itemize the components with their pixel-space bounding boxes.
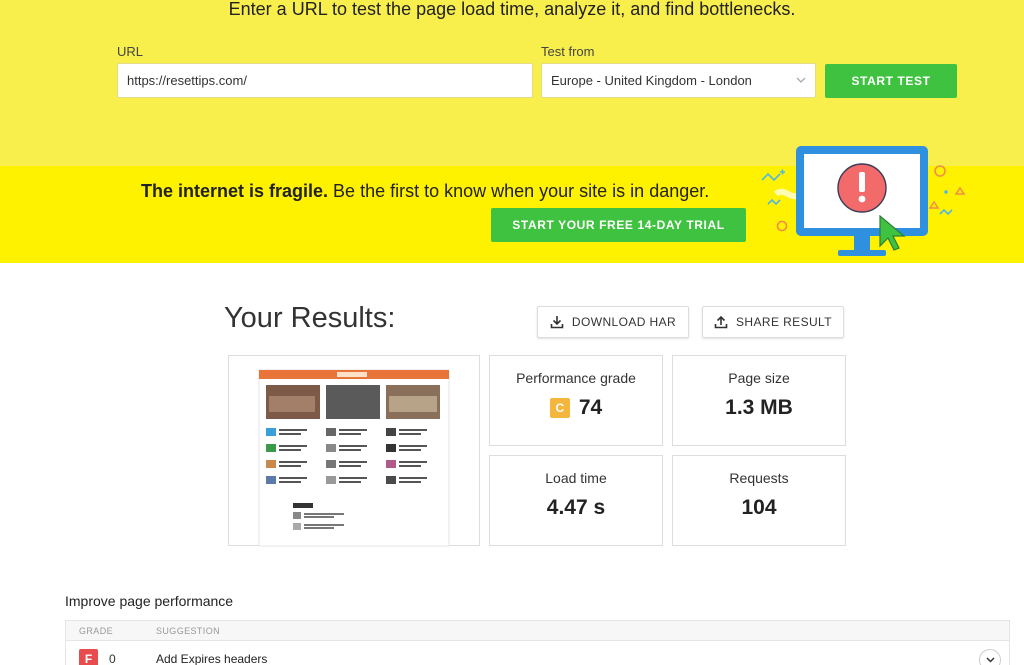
page-size-value: 1.3 MB (725, 396, 793, 419)
performance-score: 74 (578, 396, 603, 419)
website-preview-image (258, 369, 450, 547)
suggestion-text: Add Expires headers (156, 652, 268, 665)
improve-section-title: Improve page performance (65, 593, 234, 609)
table-row[interactable]: F 0 Add Expires headers (66, 642, 1009, 665)
table-header: GRADE SUGGESTION (66, 621, 1009, 641)
share-result-label: SHARE RESULT (736, 315, 832, 329)
page-size-label: Page size (728, 370, 790, 386)
suggestions-table: GRADE SUGGESTION F 0 Add Expires headers (65, 620, 1010, 665)
requests-card: Requests 104 (672, 455, 846, 546)
download-icon (550, 315, 564, 329)
page-screenshot-thumbnail (228, 355, 480, 547)
test-from-label: Test from (541, 44, 595, 59)
banner-text: The internet is fragile. Be the first to… (141, 181, 709, 202)
test-from-value: Europe - United Kingdom - London (551, 73, 752, 88)
share-icon (714, 315, 728, 329)
grade-badge: F (79, 649, 98, 665)
banner-rest-text: Be the first to know when your site is i… (328, 181, 710, 201)
url-input[interactable] (117, 63, 533, 98)
grade-badge: C (549, 398, 570, 418)
requests-label: Requests (729, 470, 789, 486)
expand-chevron-icon[interactable] (979, 649, 1001, 665)
free-trial-button[interactable]: START YOUR FREE 14-DAY TRIAL (491, 208, 746, 242)
start-test-button[interactable]: START TEST (825, 64, 957, 98)
share-result-button[interactable]: SHARE RESULT (702, 306, 844, 338)
load-time-card: Load time 4.47 s (489, 455, 663, 546)
grade-column-header[interactable]: GRADE (79, 626, 113, 636)
page-size-card: Page size 1.3 MB (672, 355, 846, 446)
performance-grade-value: C 74 (490, 396, 662, 420)
hero-tagline: Enter a URL to test the page load time, … (228, 0, 796, 19)
suggestion-score: 0 (109, 652, 116, 665)
test-from-select[interactable]: Europe - United Kingdom - London (541, 63, 816, 98)
load-time-label: Load time (545, 470, 607, 486)
chevron-down-icon (796, 75, 806, 86)
download-har-label: DOWNLOAD HAR (571, 315, 677, 329)
suggestion-column-header[interactable]: SUGGESTION (156, 626, 220, 636)
url-label: URL (117, 44, 144, 59)
results-title: Your Results: (224, 302, 396, 334)
requests-value: 104 (741, 496, 777, 519)
banner-bold-text: The internet is fragile. (141, 181, 329, 201)
monitor-alert-icon (761, 146, 966, 256)
performance-grade-label: Performance grade (516, 370, 636, 386)
performance-grade-card: Performance grade C 74 (489, 355, 663, 446)
load-time-value: 4.47 s (546, 496, 606, 519)
download-har-button[interactable]: DOWNLOAD HAR (537, 306, 689, 338)
